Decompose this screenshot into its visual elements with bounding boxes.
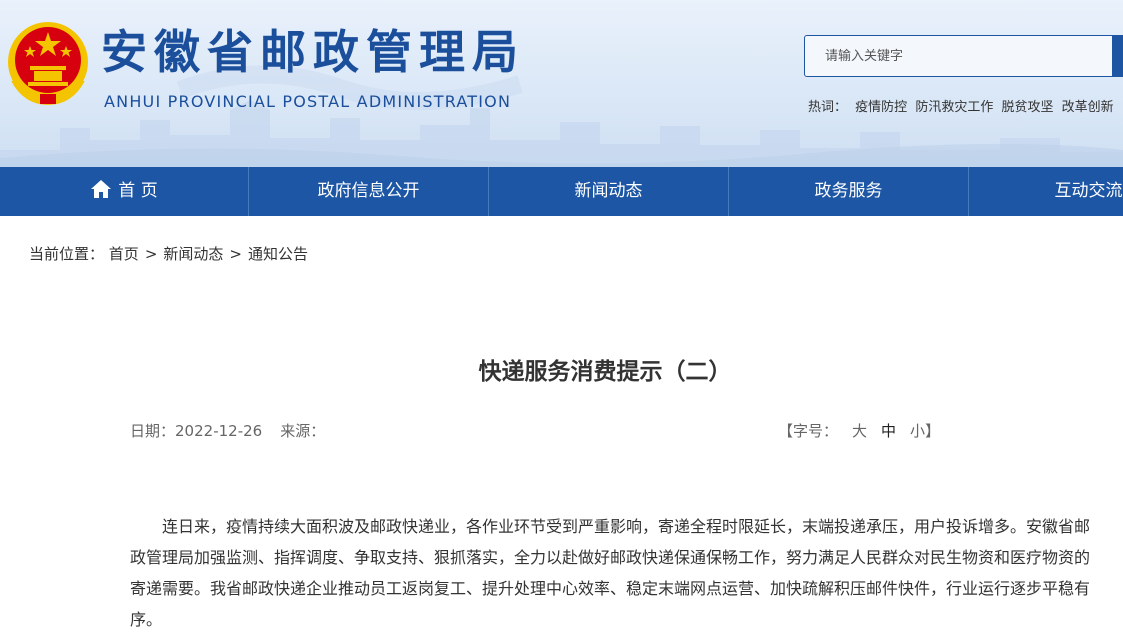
breadcrumb-notices[interactable]: 通知公告 xyxy=(248,245,308,263)
site-header: 安徽省邮政管理局 ANHUI PROVINCIAL POSTAL ADMINIS… xyxy=(0,0,1123,167)
home-icon xyxy=(91,180,112,198)
hot-keywords: 热词： 疫情防控 防汛救灾工作 脱贫攻坚 改革创新 xyxy=(808,96,1118,115)
nav-item-home[interactable]: 首 页 xyxy=(0,167,248,216)
search-button[interactable] xyxy=(1112,35,1122,77)
font-size-close: 】 xyxy=(925,422,941,440)
national-emblem-icon xyxy=(8,22,88,106)
nav-item-services[interactable]: 政务服务 xyxy=(729,167,968,216)
search-input[interactable] xyxy=(805,36,1105,76)
site-title: 安徽省邮政管理局 xyxy=(101,25,525,79)
font-size-switcher: 【字号： 大中小】 xyxy=(778,420,940,441)
main-nav: 首 页 政府信息公开 新闻动态 政务服务 互动交流 xyxy=(0,167,1123,216)
breadcrumb: 当前位置： 首页 > 新闻动态 > 通知公告 xyxy=(29,243,308,264)
search-box xyxy=(804,35,1123,77)
breadcrumb-prefix: 当前位置： xyxy=(29,245,105,263)
article-body: 连日来，疫情持续大面积波及邮政快递业，各作业环节受到严重影响，寄递全程时限延长，… xyxy=(130,517,1091,629)
nav-item-news[interactable]: 新闻动态 xyxy=(489,167,728,216)
font-size-label: 【字号： xyxy=(778,422,839,440)
hot-keyword[interactable]: 脱贫攻坚 xyxy=(1001,100,1053,115)
breadcrumb-separator: > xyxy=(229,245,242,263)
hot-keyword[interactable]: 疫情防控 xyxy=(855,100,907,115)
font-size-medium[interactable]: 中 xyxy=(881,422,896,440)
breadcrumb-news[interactable]: 新闻动态 xyxy=(163,245,223,263)
site-subtitle: ANHUI PROVINCIAL POSTAL ADMINISTRATION xyxy=(104,92,512,111)
hot-label: 热词： xyxy=(808,100,848,115)
article-date: 2022-12-26 xyxy=(175,422,263,440)
source-label: 来源： xyxy=(280,422,326,440)
article-meta: 日期：2022-12-26 来源： xyxy=(130,420,325,441)
nav-item-label: 首 页 xyxy=(118,181,158,201)
date-label: 日期： xyxy=(130,422,176,440)
article-title: 快递服务消费提示（二） xyxy=(478,359,732,385)
breadcrumb-separator: > xyxy=(144,245,158,263)
hot-keyword[interactable]: 防汛救灾工作 xyxy=(915,100,993,115)
nav-item-gov-info[interactable]: 政府信息公开 xyxy=(249,167,488,216)
font-size-large[interactable]: 大 xyxy=(852,422,867,440)
breadcrumb-home[interactable]: 首页 xyxy=(109,245,139,263)
nav-item-interaction[interactable]: 互动交流 xyxy=(969,167,1123,216)
hot-keyword[interactable]: 改革创新 xyxy=(1062,100,1114,115)
font-size-small[interactable]: 小 xyxy=(910,422,925,440)
